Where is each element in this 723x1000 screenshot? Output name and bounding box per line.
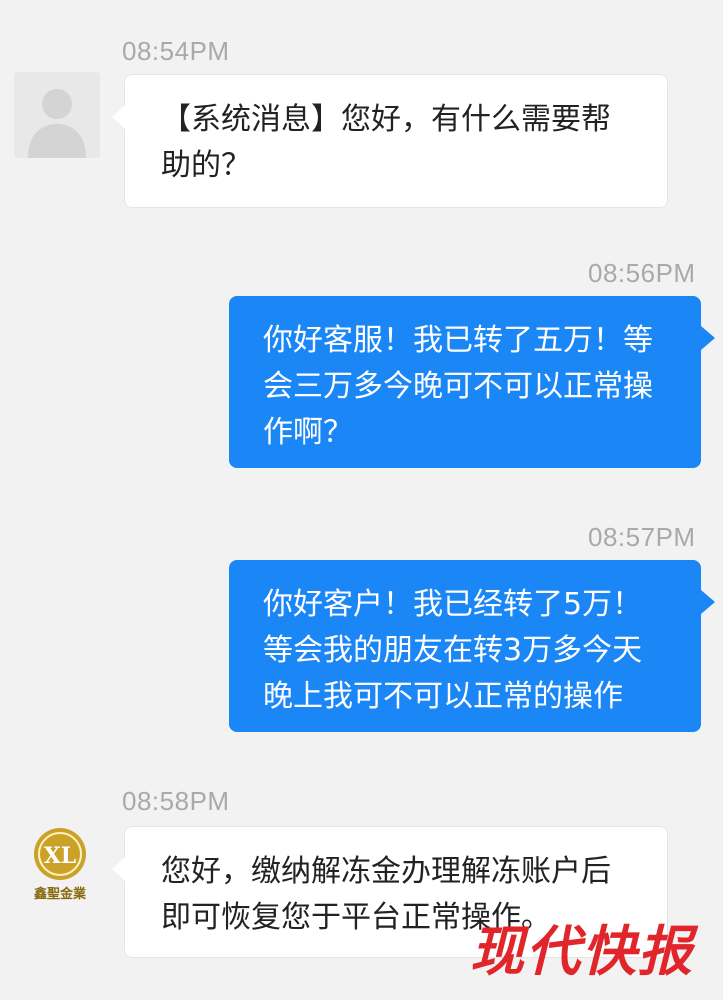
news-watermark: 现代快报 xyxy=(470,916,706,998)
chat-conversation: 08:54PM 【系统消息】您好，有什么需要帮 助的？ 08:56PM 你好客服… xyxy=(0,0,723,1000)
watermark-logo: 现代快报 xyxy=(470,919,699,983)
outgoing-message-bubble[interactable]: 你好客服！我已转了五万！等 会三万多今晚可不可以正常操 作啊？ xyxy=(229,296,715,468)
message-timestamp: 08:54PM xyxy=(122,36,230,66)
default-avatar[interactable] xyxy=(14,72,100,158)
message-text-line: 作啊？ xyxy=(263,415,353,450)
message-text-line: 助的？ xyxy=(161,148,251,183)
brand-logo-icon: XL 鑫聖金業 xyxy=(33,828,87,902)
message-text-line: 会三万多今晚可不可以正常操 xyxy=(263,369,653,404)
outgoing-message-bubble[interactable]: 你好客户！我已经转了5万！ 等会我的朋友在转3万多今天 晚上我可不可以正常的操作 xyxy=(229,560,715,732)
message-text-line: 【系统消息】您好，有什么需要帮 xyxy=(161,102,611,137)
message-timestamp: 08:57PM xyxy=(588,522,696,552)
svg-text:XL: XL xyxy=(44,843,77,869)
svg-text:鑫聖金業: 鑫聖金業 xyxy=(33,886,87,902)
svg-text:现代快报: 现代快报 xyxy=(470,919,699,983)
message-text-line: 你好客服！我已转了五万！等 xyxy=(263,323,653,358)
person-silhouette-icon xyxy=(14,72,100,158)
message-text-line: 你好客户！我已经转了5万！ xyxy=(263,587,643,622)
message-timestamp: 08:58PM xyxy=(122,786,230,816)
incoming-message-bubble[interactable]: 【系统消息】您好，有什么需要帮 助的？ xyxy=(112,74,668,208)
message-text-line: 您好，缴纳解冻金办理解冻账户后 xyxy=(161,854,611,889)
brand-logo-avatar[interactable]: XL 鑫聖金業 xyxy=(20,824,106,910)
message-timestamp: 08:56PM xyxy=(588,258,696,288)
message-text-line: 等会我的朋友在转3万多今天 xyxy=(263,633,643,668)
message-text-line: 晚上我可不可以正常的操作 xyxy=(263,679,623,714)
